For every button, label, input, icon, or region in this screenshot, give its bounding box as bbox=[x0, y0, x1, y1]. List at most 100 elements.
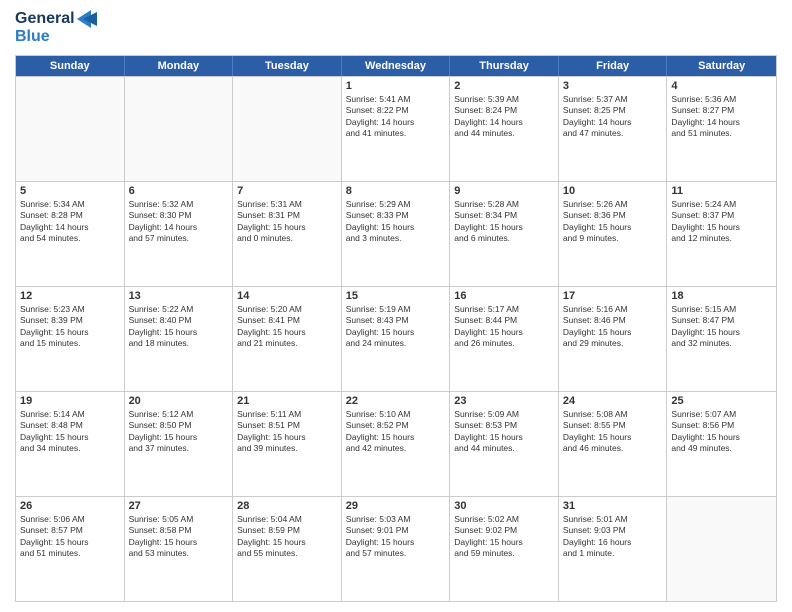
cell-data: Sunrise: 5:19 AMSunset: 8:43 PMDaylight:… bbox=[346, 304, 446, 350]
cell-line: and 32 minutes. bbox=[671, 338, 772, 349]
cell-data: Sunrise: 5:04 AMSunset: 8:59 PMDaylight:… bbox=[237, 514, 337, 560]
cell-line: Sunrise: 5:28 AM bbox=[454, 199, 554, 210]
cell-line: Sunset: 8:43 PM bbox=[346, 315, 446, 326]
cell-line: Sunrise: 5:11 AM bbox=[237, 409, 337, 420]
day-number: 7 bbox=[237, 185, 337, 197]
cell-line: and 54 minutes. bbox=[20, 233, 120, 244]
cell-line: Daylight: 15 hours bbox=[20, 327, 120, 338]
cell-line: Sunset: 8:28 PM bbox=[20, 210, 120, 221]
cell-data: Sunrise: 5:02 AMSunset: 9:02 PMDaylight:… bbox=[454, 514, 554, 560]
calendar-cell: 2Sunrise: 5:39 AMSunset: 8:24 PMDaylight… bbox=[450, 77, 559, 181]
cell-data: Sunrise: 5:20 AMSunset: 8:41 PMDaylight:… bbox=[237, 304, 337, 350]
cell-line: Sunset: 8:57 PM bbox=[20, 525, 120, 536]
cell-line: Sunset: 8:53 PM bbox=[454, 420, 554, 431]
cell-line: Daylight: 15 hours bbox=[346, 327, 446, 338]
cell-line: Sunset: 8:39 PM bbox=[20, 315, 120, 326]
cell-line: Daylight: 15 hours bbox=[237, 327, 337, 338]
cell-line: and 42 minutes. bbox=[346, 443, 446, 454]
calendar-row: 19 Sunrise: 5:14 AMSunset: 8:48 PMDayligh… bbox=[16, 391, 776, 496]
cell-data: Sunrise: 5:11 AMSunset: 8:51 PMDaylight:… bbox=[237, 409, 337, 455]
cell-line: Daylight: 15 hours bbox=[671, 222, 772, 233]
cell-line: Sunrise: 5:20 AM bbox=[237, 304, 337, 315]
cell-line: Sunset: 8:47 PM bbox=[671, 315, 772, 326]
cell-data: Sunrise: 5:31 AMSunset: 8:31 PMDaylight:… bbox=[237, 199, 337, 245]
cell-line: Daylight: 15 hours bbox=[454, 537, 554, 548]
cell-line: and 3 minutes. bbox=[346, 233, 446, 244]
cell-line: Sunset: 8:24 PM bbox=[454, 105, 554, 116]
cell-line: and 57 minutes. bbox=[346, 548, 446, 559]
day-number: 17 bbox=[563, 290, 663, 302]
day-number: 16 bbox=[454, 290, 554, 302]
cell-line: and 39 minutes. bbox=[237, 443, 337, 454]
calendar-cell: 26Sunrise: 5:06 AMSunset: 8:57 PMDayligh… bbox=[16, 497, 125, 601]
cell-line: and 0 minutes. bbox=[237, 233, 337, 244]
calendar-cell: 24 Sunrise: 5:08 AMSunset: 8:55 PMDayligh… bbox=[559, 392, 668, 496]
calendar-header: SundayMondayTuesdayWednesdayThursdayFrid… bbox=[16, 56, 776, 76]
cell-line: Daylight: 15 hours bbox=[454, 432, 554, 443]
day-number: 29 bbox=[346, 500, 446, 512]
calendar-cell: 25Sunrise: 5:07 AMSunset: 8:56 PMDayligh… bbox=[667, 392, 776, 496]
logo-blue: Blue bbox=[15, 28, 97, 46]
cell-line: Daylight: 15 hours bbox=[129, 327, 229, 338]
cell-line: Sunset: 8:46 PM bbox=[563, 315, 663, 326]
page: General Blue SundayMondayTuesdayWednesda… bbox=[0, 0, 792, 612]
day-number: 5 bbox=[20, 185, 120, 197]
calendar-cell: 9 Sunrise: 5:28 AMSunset: 8:34 PMDaylight… bbox=[450, 182, 559, 286]
cell-line: Sunrise: 5:06 AM bbox=[20, 514, 120, 525]
cell-line: and 34 minutes. bbox=[20, 443, 120, 454]
day-number: 22 bbox=[346, 395, 446, 407]
calendar: SundayMondayTuesdayWednesdayThursdayFrid… bbox=[15, 55, 777, 602]
cell-line: Sunrise: 5:14 AM bbox=[20, 409, 120, 420]
cell-line: Sunrise: 5:26 AM bbox=[563, 199, 663, 210]
cell-line: and 12 minutes. bbox=[671, 233, 772, 244]
day-number: 24 bbox=[563, 395, 663, 407]
day-number: 28 bbox=[237, 500, 337, 512]
cell-data: Sunrise: 5:14 AMSunset: 8:48 PMDaylight:… bbox=[20, 409, 120, 455]
cell-data: Sunrise: 5:05 AMSunset: 8:58 PMDaylight:… bbox=[129, 514, 229, 560]
cell-line: and 9 minutes. bbox=[563, 233, 663, 244]
calendar-cell: 20Sunrise: 5:12 AMSunset: 8:50 PMDayligh… bbox=[125, 392, 234, 496]
cell-line: Daylight: 15 hours bbox=[454, 222, 554, 233]
day-number: 11 bbox=[671, 185, 772, 197]
calendar-cell: 23Sunrise: 5:09 AMSunset: 8:53 PMDayligh… bbox=[450, 392, 559, 496]
cell-data: Sunrise: 5:01 AMSunset: 9:03 PMDaylight:… bbox=[563, 514, 663, 560]
cell-line: Sunset: 8:34 PM bbox=[454, 210, 554, 221]
cell-line: Daylight: 15 hours bbox=[129, 537, 229, 548]
cell-line: Sunset: 9:03 PM bbox=[563, 525, 663, 536]
cell-data: Sunrise: 5:10 AMSunset: 8:52 PMDaylight:… bbox=[346, 409, 446, 455]
day-number: 21 bbox=[237, 395, 337, 407]
cell-data: Sunrise: 5:07 AMSunset: 8:56 PMDaylight:… bbox=[671, 409, 772, 455]
calendar-cell: 17Sunrise: 5:16 AMSunset: 8:46 PMDayligh… bbox=[559, 287, 668, 391]
cell-line: Sunset: 8:50 PM bbox=[129, 420, 229, 431]
cell-line: and 37 minutes. bbox=[129, 443, 229, 454]
cell-line: Daylight: 15 hours bbox=[563, 222, 663, 233]
logo-general: General bbox=[15, 10, 75, 28]
cell-line: Sunset: 8:27 PM bbox=[671, 105, 772, 116]
day-number: 9 bbox=[454, 185, 554, 197]
header-day: Wednesday bbox=[342, 56, 451, 76]
cell-line: Sunset: 8:59 PM bbox=[237, 525, 337, 536]
calendar-cell: 31Sunrise: 5:01 AMSunset: 9:03 PMDayligh… bbox=[559, 497, 668, 601]
cell-data: Sunrise: 5:08 AMSunset: 8:55 PMDaylight:… bbox=[563, 409, 663, 455]
cell-line: Sunset: 8:41 PM bbox=[237, 315, 337, 326]
calendar-row: 12Sunrise: 5:23 AMSunset: 8:39 PMDayligh… bbox=[16, 286, 776, 391]
calendar-cell: 18Sunrise: 5:15 AMSunset: 8:47 PMDayligh… bbox=[667, 287, 776, 391]
calendar-cell: 12Sunrise: 5:23 AMSunset: 8:39 PMDayligh… bbox=[16, 287, 125, 391]
cell-line: and 51 minutes. bbox=[20, 548, 120, 559]
calendar-cell bbox=[233, 77, 342, 181]
day-number: 18 bbox=[671, 290, 772, 302]
day-number: 19 bbox=[20, 395, 120, 407]
cell-line: Daylight: 15 hours bbox=[20, 537, 120, 548]
cell-line: Sunset: 8:52 PM bbox=[346, 420, 446, 431]
cell-line: Daylight: 15 hours bbox=[346, 537, 446, 548]
cell-line: Daylight: 15 hours bbox=[563, 432, 663, 443]
cell-line: Daylight: 14 hours bbox=[563, 117, 663, 128]
day-number: 4 bbox=[671, 80, 772, 92]
cell-line: Sunrise: 5:05 AM bbox=[129, 514, 229, 525]
cell-data: Sunrise: 5:26 AMSunset: 8:36 PMDaylight:… bbox=[563, 199, 663, 245]
cell-line: Sunrise: 5:12 AM bbox=[129, 409, 229, 420]
cell-line: Sunrise: 5:19 AM bbox=[346, 304, 446, 315]
header-day: Saturday bbox=[667, 56, 776, 76]
cell-line: Sunrise: 5:39 AM bbox=[454, 94, 554, 105]
cell-line: Sunrise: 5:03 AM bbox=[346, 514, 446, 525]
